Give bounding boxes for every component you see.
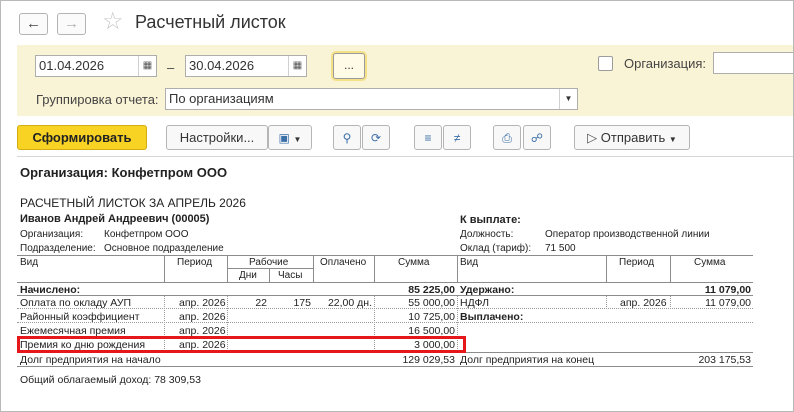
col-divider [164, 255, 165, 282]
col-header-days: Дни [239, 270, 257, 281]
search-icon: ⚲ [342, 131, 352, 145]
settings-panel: 01.04.2026 ▦ – 30.04.2026 ▦ ... Организа… [17, 45, 793, 116]
col-divider [670, 255, 671, 282]
report-variant-icon: ▣ [278, 131, 290, 145]
position-value: Оператор производственной линии [545, 229, 710, 240]
settings-button[interactable]: Настройки... [166, 125, 268, 150]
date-to-value: 30.04.2026 [189, 58, 255, 73]
col-header-working: Рабочие [249, 257, 289, 268]
grouping-value: По организациям [169, 91, 274, 106]
arrow-left-icon: ← [26, 15, 41, 32]
variants-button[interactable]: ▣ ▼ [268, 125, 312, 150]
col-divider [457, 255, 458, 282]
table-top-border [17, 255, 753, 256]
col-header-paid: Оплачено [320, 257, 367, 268]
select-period-button[interactable]: ... [333, 53, 365, 79]
col-divider [227, 255, 228, 282]
salary-value: 71 500 [545, 243, 576, 254]
chevron-down-icon: ▼ [668, 135, 677, 144]
table-header-bottom [17, 282, 753, 283]
preview-icon: ☍ [530, 131, 544, 145]
chevron-down-icon: ▼ [559, 89, 577, 109]
preview-button[interactable]: ☍ [523, 125, 551, 150]
col-header-sum2: Сумма [694, 257, 726, 268]
collapse-groups-button[interactable]: ≡ [414, 125, 442, 150]
date-to-field[interactable]: 30.04.2026 ▦ [185, 55, 307, 77]
grouping-select[interactable]: По организациям ▼ [165, 88, 578, 110]
salary-label: Оклад (тариф): [460, 243, 532, 254]
org-value: Конфетпром ООО [104, 229, 189, 240]
page-title: Расчетный листок [135, 12, 286, 32]
col-divider [313, 255, 314, 282]
back-button[interactable]: ← [19, 13, 48, 35]
send-icon: ▷ [587, 130, 598, 145]
dept-value: Основное подразделение [104, 243, 224, 254]
print-button[interactable]: ⎙ [493, 125, 521, 150]
col-divider [374, 255, 375, 282]
working-subheader-line [227, 268, 313, 269]
calendar-icon[interactable]: ▦ [138, 56, 156, 76]
to-pay-label: К выплате: [460, 214, 521, 226]
col-header-kind: Вид [20, 257, 39, 268]
taxable-income: Общий облагаемый доход: 78 309,53 [20, 374, 201, 386]
organization-field[interactable] [713, 52, 793, 74]
generate-button[interactable]: Сформировать [17, 125, 147, 150]
debt-start-value: 129 029,53 [402, 354, 455, 366]
debt-end-label: Долг предприятия на конец [460, 354, 595, 366]
organization-label: Организация: [624, 56, 707, 71]
org-label: Организация: [20, 229, 84, 240]
report-sheet: Организация: Конфетпром ООО РАСЧЕТНЫЙ ЛИ… [17, 156, 793, 411]
search-button[interactable]: ⚲ [333, 125, 361, 150]
col-divider [606, 255, 607, 282]
star-icon[interactable]: ☆ [102, 10, 124, 34]
send-label: Отправить [600, 130, 666, 145]
collapse-icon: ≡ [424, 131, 432, 145]
col-header-period: Период [177, 257, 213, 268]
col-divider [269, 268, 270, 282]
cell-divider [670, 296, 671, 309]
cell-divider [606, 296, 607, 309]
position-label: Должность: [460, 229, 514, 240]
col-header-kind2: Вид [460, 257, 479, 268]
expand-icon: ≠ [453, 131, 461, 145]
organization-checkbox[interactable] [598, 56, 613, 71]
highlight-box [17, 336, 466, 353]
date-from-field[interactable]: 01.04.2026 ▦ [35, 55, 157, 77]
arrow-right-icon: → [64, 15, 79, 32]
debt-end-value: 203 175,53 [698, 354, 751, 366]
search-next-icon: ⟳ [370, 131, 382, 145]
calendar-icon[interactable]: ▦ [288, 56, 306, 76]
date-range-dash: – [167, 60, 175, 75]
date-from-value: 01.04.2026 [39, 58, 105, 73]
window-header: ← → ☆ Расчетный листок [1, 1, 793, 45]
employee-name: Иванов Андрей Андреевич (00005) [20, 213, 210, 225]
debt-start-label: Долг предприятия на начало [20, 354, 161, 366]
report-org-header: Организация: Конфетпром ООО [20, 165, 228, 180]
row-separator [17, 322, 457, 323]
row-separator [458, 322, 753, 323]
col-header-period2: Период [619, 257, 655, 268]
dept-label: Подразделение: [20, 243, 96, 254]
chevron-down-icon: ▼ [293, 135, 302, 144]
expand-groups-button[interactable]: ≠ [443, 125, 471, 150]
col-header-hours: Часы [278, 270, 303, 281]
printer-icon: ⎙ [502, 131, 512, 145]
grouping-label: Группировка отчета: [36, 92, 159, 107]
col-header-sum: Сумма [398, 257, 430, 268]
forward-button[interactable]: → [57, 13, 86, 35]
report-sheet-title: РАСЧЕТНЫЙ ЛИСТОК ЗА АПРЕЛЬ 2026 [20, 196, 246, 210]
row-separator [17, 308, 457, 309]
section-line [17, 295, 753, 296]
send-button[interactable]: ▷ Отправить ▼ [574, 125, 690, 150]
table-bottom-border [17, 366, 753, 367]
search-next-button[interactable]: ⟳ [362, 125, 390, 150]
